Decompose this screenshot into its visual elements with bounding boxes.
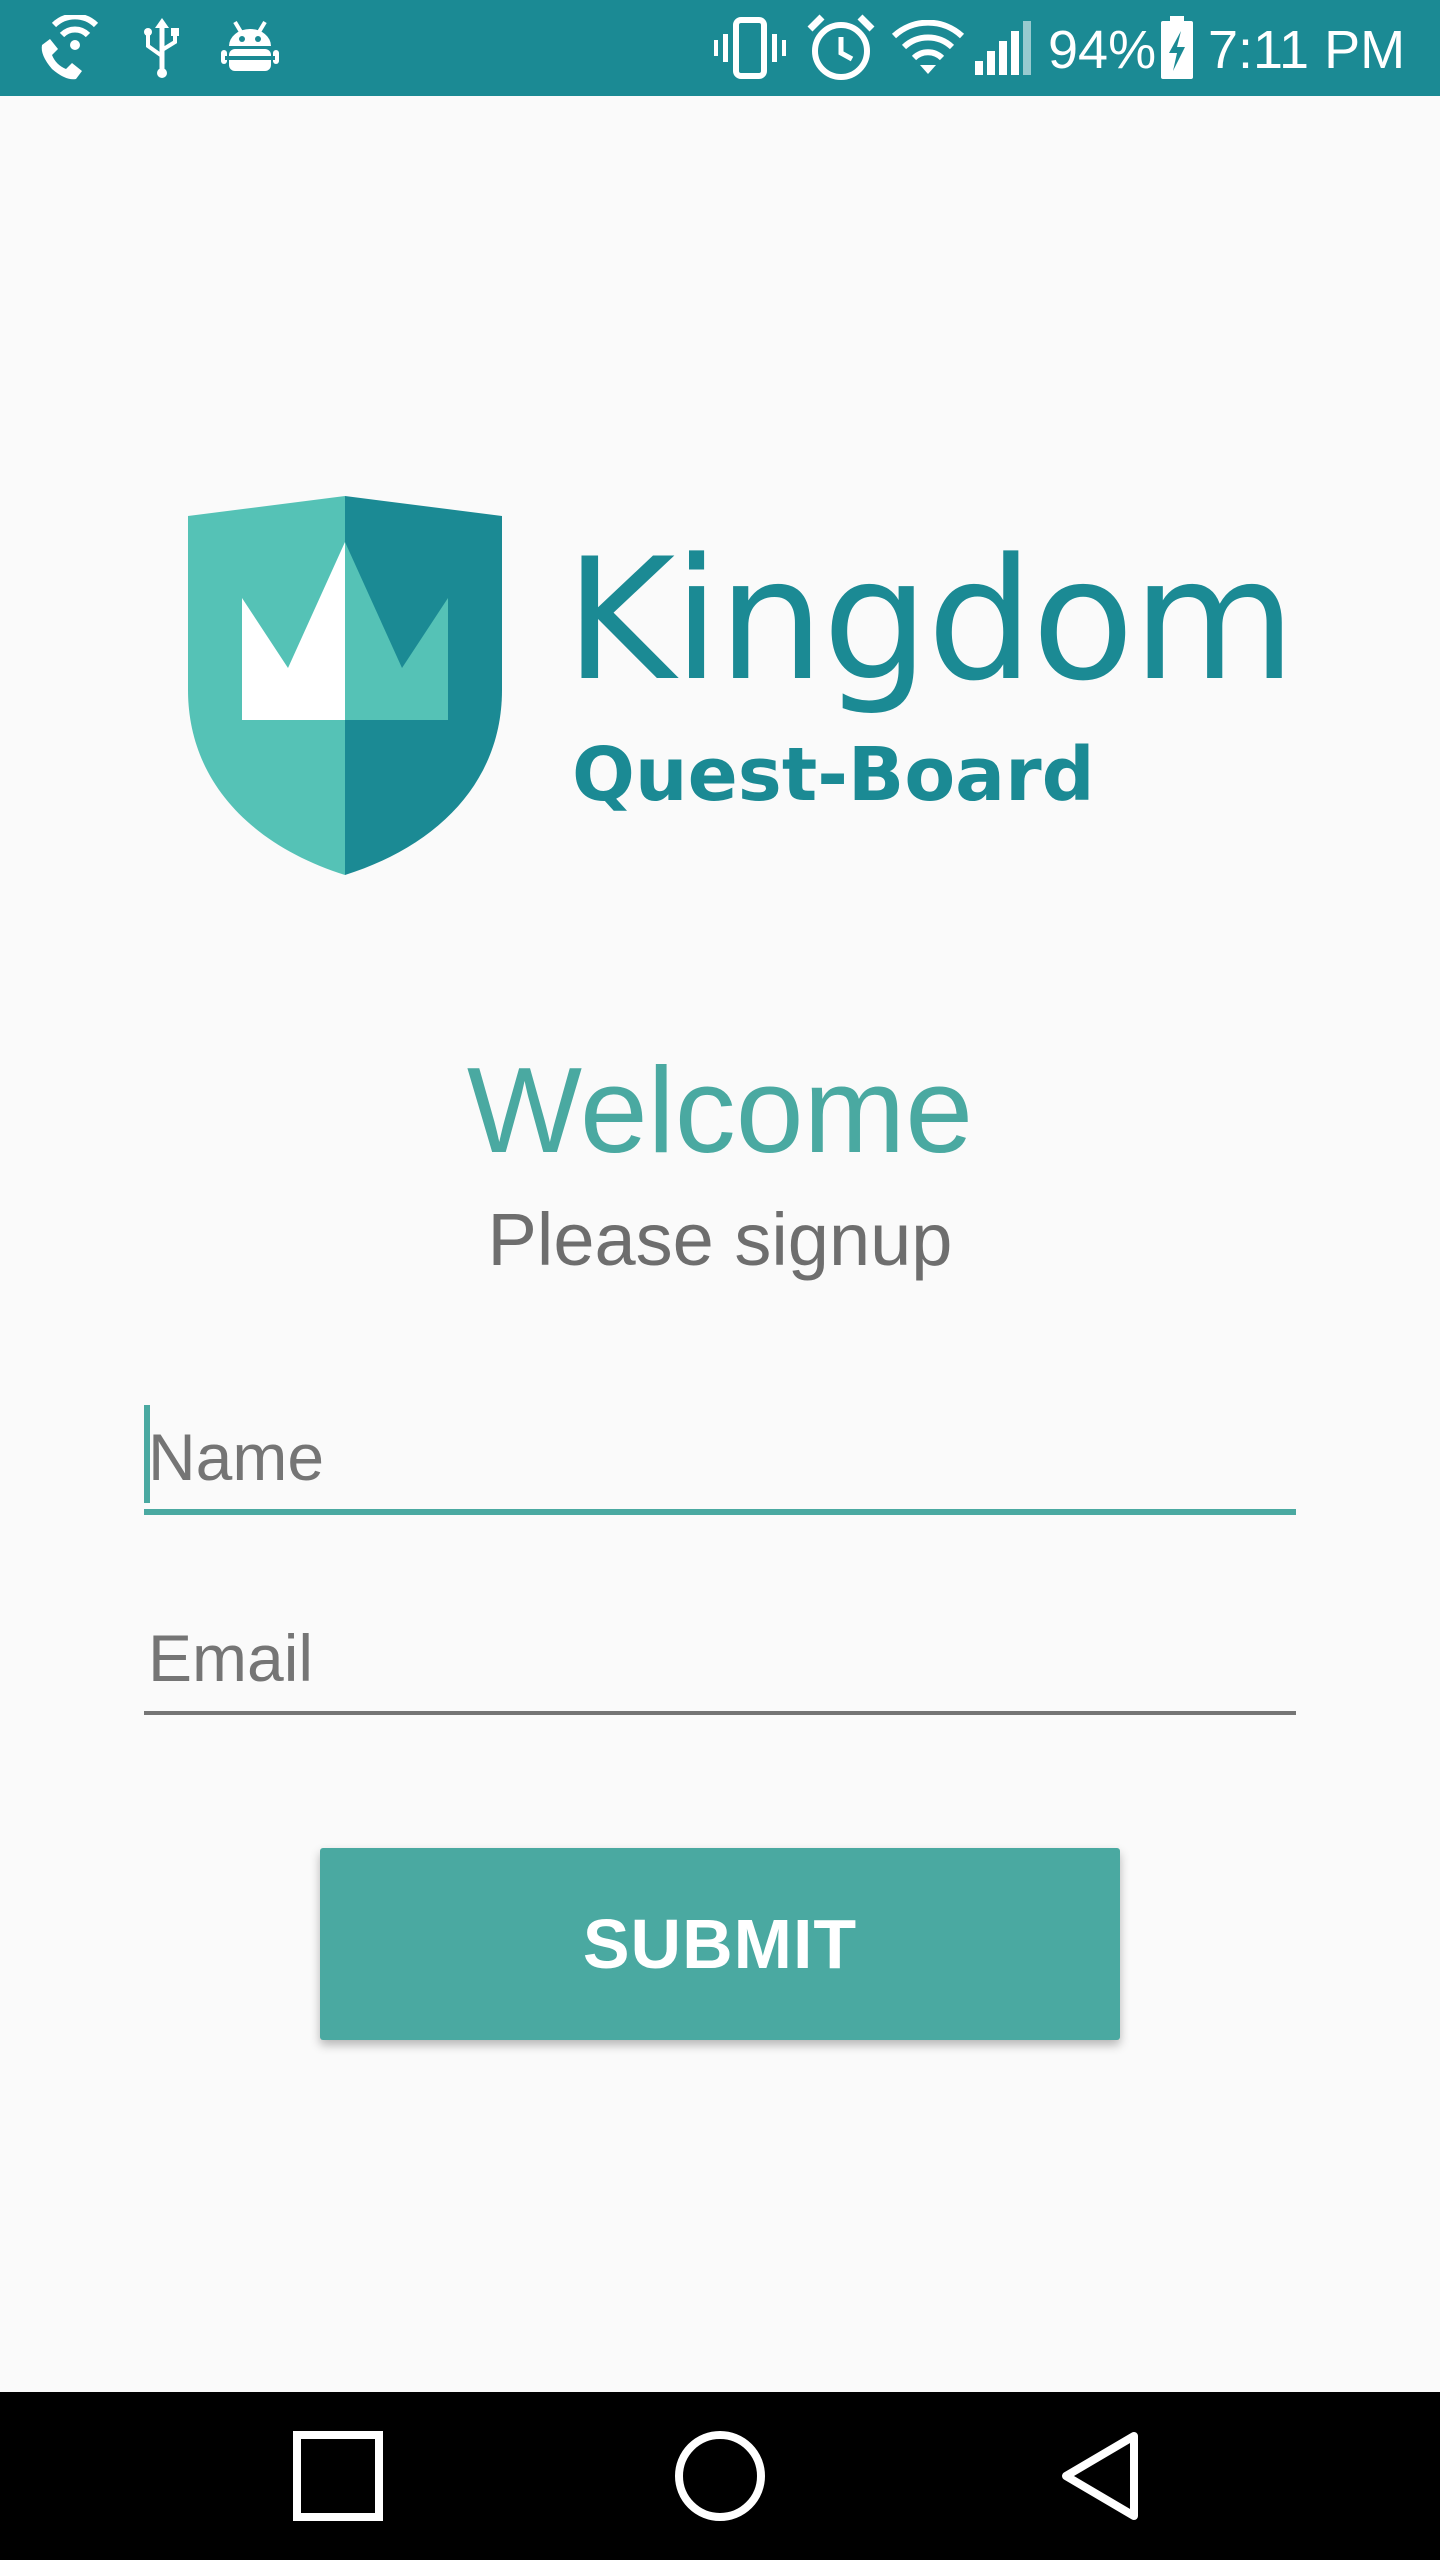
home-button[interactable] [620,2392,820,2560]
clock-time: 7:11 PM [1208,20,1406,80]
vibrate-icon [710,0,790,96]
wifi-calling-icon [30,0,110,96]
signal-icon [970,0,1038,96]
battery-charging-icon [1156,0,1198,96]
email-input[interactable] [144,1605,1296,1715]
shield-logo-icon [188,496,502,875]
welcome-heading: Welcome [466,1042,974,1178]
wifi-icon [890,0,966,96]
recent-apps-icon [293,2431,383,2521]
text-cursor [144,1405,150,1503]
back-button[interactable] [1000,2392,1200,2560]
name-input[interactable] [144,1405,1296,1515]
usb-icon [132,0,192,96]
home-icon [675,2431,765,2521]
status-bar: 94% 7:11 PM [0,0,1440,96]
android-debug-icon [214,0,286,96]
logo-subtitle: Quest-Board [572,732,1095,818]
submit-button[interactable]: SUBMIT [320,1848,1120,2040]
back-icon [1062,2432,1138,2520]
signup-subtitle: Please signup [487,1198,953,1281]
navigation-bar [0,2392,1440,2560]
battery-percent: 94% [1048,20,1157,80]
alarm-icon [800,0,882,96]
app-logo: Kingdom Quest-Board [180,490,1296,880]
logo-title: Kingdom [565,522,1296,718]
recent-apps-button[interactable] [238,2392,438,2560]
